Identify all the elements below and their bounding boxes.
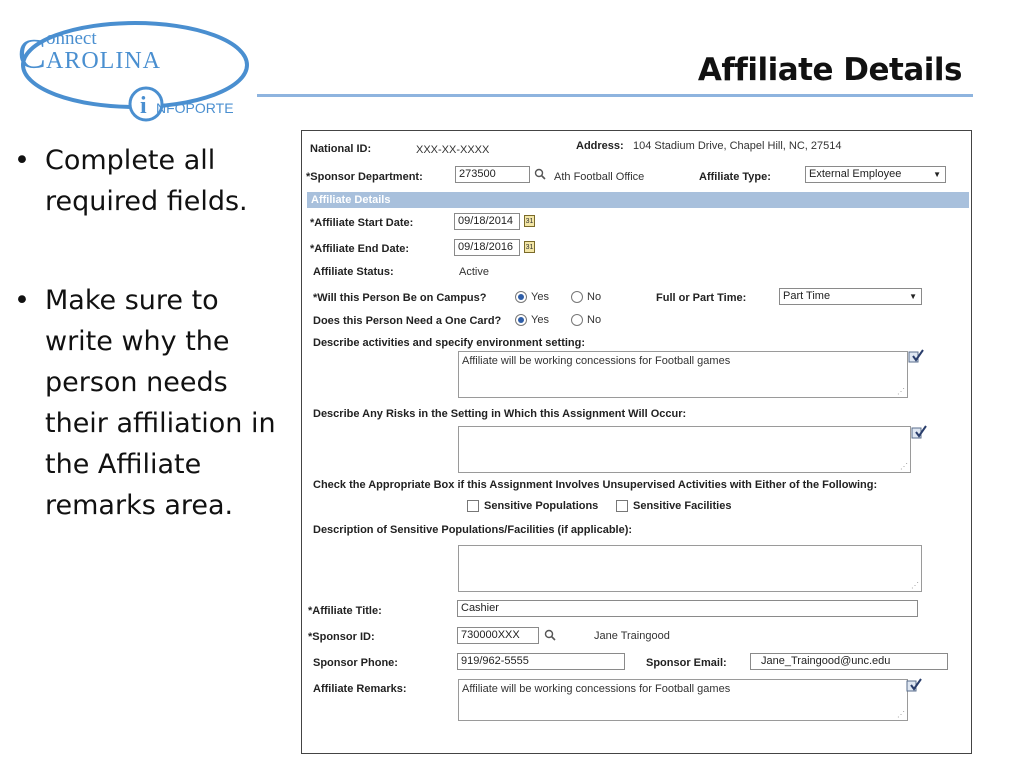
- affiliate-remarks-label: Affiliate Remarks:: [313, 683, 407, 695]
- one-card-no-radio[interactable]: No: [571, 314, 602, 327]
- sponsor-phone-input[interactable]: 919/962-5555: [457, 653, 625, 670]
- full-part-time-select[interactable]: Part Time ▼: [779, 288, 922, 305]
- affiliate-remarks-value: Affiliate will be working concessions fo…: [462, 683, 731, 695]
- one-card-yes-label: Yes: [531, 314, 549, 326]
- sensitive-populations-label: Sensitive Populations: [484, 500, 599, 512]
- bullet-item: • Make sure to write why the person needs…: [14, 285, 276, 521]
- sponsor-department-label: *Sponsor Department:: [306, 171, 423, 183]
- section-header-affiliate-details: Affiliate Details: [307, 192, 969, 208]
- end-date-input[interactable]: 09/18/2016: [454, 239, 520, 256]
- on-campus-yes-radio[interactable]: Yes: [515, 291, 549, 304]
- activities-value: Affiliate will be working concessions fo…: [462, 355, 731, 367]
- on-campus-label: *Will this Person Be on Campus?: [313, 292, 487, 304]
- logo-connect-text: onnect: [46, 28, 97, 49]
- title-divider: [257, 94, 973, 97]
- sponsor-email-label: Sponsor Email:: [646, 657, 727, 669]
- bullet-list: • Complete all required fields. • Make sur…: [14, 140, 294, 584]
- affiliate-form-screenshot: National ID: XXX-XX-XXXX Address: 104 St…: [301, 130, 972, 754]
- affiliate-title-label: *Affiliate Title:: [308, 605, 382, 617]
- affiliate-type-value: External Employee: [809, 168, 902, 180]
- spellcheck-icon[interactable]: [911, 425, 927, 439]
- resize-grip-icon[interactable]: ⋰: [900, 462, 908, 471]
- resize-grip-icon[interactable]: ⋰: [897, 710, 905, 719]
- sponsor-id-input[interactable]: 730000XXX: [457, 627, 539, 644]
- spellcheck-icon[interactable]: [906, 678, 922, 692]
- radio-selected-icon: [515, 314, 527, 327]
- affiliate-type-label: Affiliate Type:: [699, 171, 771, 183]
- resize-grip-icon[interactable]: ⋰: [911, 581, 919, 590]
- sensitive-description-textarea[interactable]: ⋰: [458, 545, 922, 592]
- national-id-value: XXX-XX-XXXX: [416, 144, 490, 156]
- bullet-text: Make sure to write why the person needs …: [45, 285, 276, 521]
- bullet-item: • Complete all required fields.: [14, 145, 248, 217]
- end-date-label: *Affiliate End Date:: [310, 243, 410, 255]
- checkbox-icon: [467, 500, 479, 513]
- logo-infoporte-text: NFOPORTE: [156, 100, 234, 116]
- bullet-text: Complete all required fields.: [45, 145, 248, 217]
- address-value: 104 Stadium Drive, Chapel Hill, NC, 2751…: [633, 140, 842, 152]
- resize-grip-icon[interactable]: ⋰: [897, 387, 905, 396]
- logo-carolina-text: AROLINA: [46, 48, 161, 74]
- dropdown-arrow-icon: ▼: [933, 170, 941, 179]
- activities-label: Describe activities and specify environm…: [313, 337, 586, 349]
- address-label: Address:: [576, 140, 624, 152]
- on-campus-no-radio[interactable]: No: [571, 291, 602, 304]
- risks-textarea[interactable]: ⋰: [458, 426, 911, 473]
- radio-unselected-icon: [571, 291, 583, 304]
- affiliate-title-input[interactable]: Cashier: [457, 600, 918, 617]
- sponsor-department-description: Ath Football Office: [554, 171, 645, 183]
- radio-selected-icon: [515, 291, 527, 304]
- svg-text:i: i: [140, 93, 147, 119]
- sensitive-facilities-checkbox[interactable]: Sensitive Facilities: [616, 500, 732, 513]
- national-id-label: National ID:: [310, 143, 372, 155]
- connect-carolina-logo: C onnect AROLINA i NFOPORTE: [10, 10, 260, 130]
- logo-graphic: C onnect AROLINA i NFOPORTE: [18, 21, 249, 122]
- affiliate-remarks-textarea[interactable]: Affiliate will be working concessions fo…: [458, 679, 908, 721]
- sponsor-id-label: *Sponsor ID:: [308, 631, 375, 643]
- checkbox-icon: [616, 500, 628, 513]
- sensitive-description-label: Description of Sensitive Populations/Fac…: [313, 524, 633, 536]
- affiliate-status-label: Affiliate Status:: [313, 266, 394, 278]
- radio-unselected-icon: [571, 314, 583, 327]
- sponsor-name: Jane Traingood: [594, 630, 670, 642]
- full-part-time-value: Part Time: [783, 290, 831, 302]
- magnifier-icon[interactable]: [534, 168, 546, 180]
- spellcheck-icon[interactable]: [908, 349, 924, 363]
- magnifier-icon[interactable]: [544, 629, 556, 641]
- start-date-input[interactable]: 09/18/2014: [454, 213, 520, 230]
- sensitive-populations-checkbox[interactable]: Sensitive Populations: [467, 500, 599, 513]
- full-part-time-label: Full or Part Time:: [656, 292, 747, 304]
- sponsor-email-input[interactable]: Jane_Traingood@unc.edu: [750, 653, 948, 670]
- one-card-no-label: No: [587, 314, 602, 326]
- svg-text:C: C: [18, 32, 46, 78]
- dropdown-arrow-icon: ▼: [909, 292, 917, 301]
- unsupervised-label: Check the Appropriate Box if this Assign…: [313, 479, 878, 491]
- risks-label: Describe Any Risks in the Setting in Whi…: [313, 408, 687, 420]
- slide-title: Affiliate Details: [697, 52, 963, 88]
- sensitive-facilities-label: Sensitive Facilities: [633, 500, 732, 512]
- calendar-icon[interactable]: 31: [524, 215, 535, 227]
- activities-textarea[interactable]: Affiliate will be working concessions fo…: [458, 351, 908, 398]
- on-campus-no-label: No: [587, 291, 602, 303]
- start-date-label: *Affiliate Start Date:: [310, 217, 414, 229]
- one-card-label: Does this Person Need a One Card?: [313, 315, 502, 327]
- calendar-icon[interactable]: 31: [524, 241, 535, 253]
- affiliate-type-select[interactable]: External Employee ▼: [805, 166, 946, 183]
- one-card-yes-radio[interactable]: Yes: [515, 314, 549, 327]
- sponsor-department-input[interactable]: 273500: [455, 166, 530, 183]
- affiliate-status-value: Active: [459, 266, 489, 278]
- sponsor-phone-label: Sponsor Phone:: [313, 657, 398, 669]
- on-campus-yes-label: Yes: [531, 291, 549, 303]
